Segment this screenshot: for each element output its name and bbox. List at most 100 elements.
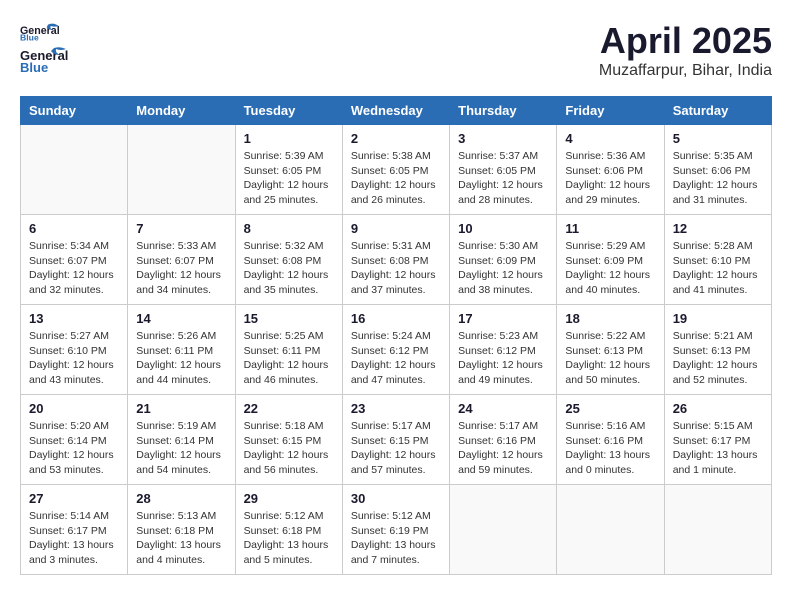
logo-icon: General Blue <box>20 20 60 44</box>
cell-info: Sunrise: 5:15 AM Sunset: 6:17 PM Dayligh… <box>673 419 763 478</box>
calendar-cell: 10Sunrise: 5:30 AM Sunset: 6:09 PM Dayli… <box>450 215 557 305</box>
cell-info: Sunrise: 5:28 AM Sunset: 6:10 PM Dayligh… <box>673 239 763 298</box>
calendar-cell: 14 Sunrise: 5:26 AM Sunset: 6:11 PM Dayli… <box>128 305 235 395</box>
day-number: 1 <box>244 131 334 146</box>
day-number: 18 <box>565 311 655 326</box>
calendar-cell <box>21 125 128 215</box>
calendar-cell: 24 Sunrise: 5:17 AM Sunset: 6:16 PM Dayli… <box>450 395 557 485</box>
day-number: 29 <box>244 491 334 506</box>
calendar-cell <box>664 485 771 575</box>
cell-info: Sunrise: 5:32 AM Sunset: 6:08 PM Dayligh… <box>244 239 334 298</box>
calendar-cell: 25 Sunrise: 5:16 AM Sunset: 6:16 PM Dayli… <box>557 395 664 485</box>
cell-info: Sunrise: 5:17 AM Sunset: 6:15 PM Dayligh… <box>351 419 441 478</box>
day-number: 5 <box>673 131 763 146</box>
cell-info: Sunrise: 5:37 AM Sunset: 6:05 PM Dayligh… <box>458 149 548 208</box>
day-number: 11 <box>565 221 655 236</box>
cell-info: Sunrise: 5:20 AM Sunset: 6:14 PM Dayligh… <box>29 419 119 478</box>
day-number: 20 <box>29 401 119 416</box>
cell-info: Sunrise: 5:21 AM Sunset: 6:13 PM Dayligh… <box>673 329 763 388</box>
calendar-week-1: 1 Sunrise: 5:39 AM Sunset: 6:05 PM Daylig… <box>21 125 772 215</box>
day-number: 12 <box>673 221 763 236</box>
calendar-cell <box>557 485 664 575</box>
day-number: 22 <box>244 401 334 416</box>
cell-info: Sunrise: 5:14 AM Sunset: 6:17 PM Dayligh… <box>29 509 119 568</box>
calendar-week-4: 20 Sunrise: 5:20 AM Sunset: 6:14 PM Dayli… <box>21 395 772 485</box>
cell-info: Sunrise: 5:26 AM Sunset: 6:11 PM Dayligh… <box>136 329 226 388</box>
day-number: 16 <box>351 311 441 326</box>
day-number: 19 <box>673 311 763 326</box>
weekday-header-wednesday: Wednesday <box>342 97 449 125</box>
day-number: 28 <box>136 491 226 506</box>
cell-info: Sunrise: 5:19 AM Sunset: 6:14 PM Dayligh… <box>136 419 226 478</box>
title-block: April 2025 Muzaffarpur, Bihar, India <box>599 20 772 80</box>
day-number: 4 <box>565 131 655 146</box>
day-number: 8 <box>244 221 334 236</box>
cell-info: Sunrise: 5:18 AM Sunset: 6:15 PM Dayligh… <box>244 419 334 478</box>
day-number: 2 <box>351 131 441 146</box>
day-number: 26 <box>673 401 763 416</box>
calendar-cell: 28 Sunrise: 5:13 AM Sunset: 6:18 PM Dayli… <box>128 485 235 575</box>
calendar-cell: 8 Sunrise: 5:32 AM Sunset: 6:08 PM Daylig… <box>235 215 342 305</box>
cell-info: Sunrise: 5:12 AM Sunset: 6:19 PM Dayligh… <box>351 509 441 568</box>
cell-info: Sunrise: 5:16 AM Sunset: 6:16 PM Dayligh… <box>565 419 655 478</box>
calendar-cell: 29 Sunrise: 5:12 AM Sunset: 6:18 PM Dayli… <box>235 485 342 575</box>
calendar-cell: 11Sunrise: 5:29 AM Sunset: 6:09 PM Dayli… <box>557 215 664 305</box>
weekday-header-saturday: Saturday <box>664 97 771 125</box>
day-number: 13 <box>29 311 119 326</box>
cell-info: Sunrise: 5:24 AM Sunset: 6:12 PM Dayligh… <box>351 329 441 388</box>
calendar-cell: 15 Sunrise: 5:25 AM Sunset: 6:11 PM Dayli… <box>235 305 342 395</box>
cell-info: Sunrise: 5:35 AM Sunset: 6:06 PM Dayligh… <box>673 149 763 208</box>
calendar-cell: 12 Sunrise: 5:28 AM Sunset: 6:10 PM Dayli… <box>664 215 771 305</box>
day-number: 15 <box>244 311 334 326</box>
calendar-cell: 1 Sunrise: 5:39 AM Sunset: 6:05 PM Daylig… <box>235 125 342 215</box>
cell-info: Sunrise: 5:13 AM Sunset: 6:18 PM Dayligh… <box>136 509 226 568</box>
weekday-header-friday: Friday <box>557 97 664 125</box>
cell-info: Sunrise: 5:33 AM Sunset: 6:07 PM Dayligh… <box>136 239 226 298</box>
cell-info: Sunrise: 5:23 AM Sunset: 6:12 PM Dayligh… <box>458 329 548 388</box>
day-number: 27 <box>29 491 119 506</box>
day-number: 23 <box>351 401 441 416</box>
cell-info: Sunrise: 5:38 AM Sunset: 6:05 PM Dayligh… <box>351 149 441 208</box>
cell-info: Sunrise: 5:36 AM Sunset: 6:06 PM Dayligh… <box>565 149 655 208</box>
calendar-body: 1 Sunrise: 5:39 AM Sunset: 6:05 PM Daylig… <box>21 125 772 575</box>
cell-info: Sunrise: 5:34 AM Sunset: 6:07 PM Dayligh… <box>29 239 119 298</box>
calendar-week-2: 6 Sunrise: 5:34 AM Sunset: 6:07 PM Daylig… <box>21 215 772 305</box>
calendar-cell <box>128 125 235 215</box>
cell-info: Sunrise: 5:39 AM Sunset: 6:05 PM Dayligh… <box>244 149 334 208</box>
calendar-cell: 26 Sunrise: 5:15 AM Sunset: 6:17 PM Dayli… <box>664 395 771 485</box>
day-number: 3 <box>458 131 548 146</box>
page-header: General Blue General Blue April 2025 Muz… <box>20 20 772 80</box>
calendar-week-3: 13 Sunrise: 5:27 AM Sunset: 6:10 PM Dayli… <box>21 305 772 395</box>
calendar-cell: 7 Sunrise: 5:33 AM Sunset: 6:07 PM Daylig… <box>128 215 235 305</box>
cell-info: Sunrise: 5:17 AM Sunset: 6:16 PM Dayligh… <box>458 419 548 478</box>
day-number: 7 <box>136 221 226 236</box>
calendar-cell: 20 Sunrise: 5:20 AM Sunset: 6:14 PM Dayli… <box>21 395 128 485</box>
calendar-cell: 16 Sunrise: 5:24 AM Sunset: 6:12 PM Dayli… <box>342 305 449 395</box>
day-number: 14 <box>136 311 226 326</box>
calendar-cell: 3 Sunrise: 5:37 AM Sunset: 6:05 PM Daylig… <box>450 125 557 215</box>
calendar-table: SundayMondayTuesdayWednesdayThursdayFrid… <box>20 96 772 575</box>
calendar-cell <box>450 485 557 575</box>
day-number: 21 <box>136 401 226 416</box>
day-number: 30 <box>351 491 441 506</box>
calendar-cell: 30 Sunrise: 5:12 AM Sunset: 6:19 PM Dayli… <box>342 485 449 575</box>
location: Muzaffarpur, Bihar, India <box>599 62 772 80</box>
day-number: 24 <box>458 401 548 416</box>
calendar-cell: 9Sunrise: 5:31 AM Sunset: 6:08 PM Daylig… <box>342 215 449 305</box>
calendar-cell: 23 Sunrise: 5:17 AM Sunset: 6:15 PM Dayli… <box>342 395 449 485</box>
calendar-cell: 18Sunrise: 5:22 AM Sunset: 6:13 PM Dayli… <box>557 305 664 395</box>
month-title: April 2025 <box>599 20 772 62</box>
day-number: 6 <box>29 221 119 236</box>
day-number: 10 <box>458 221 548 236</box>
calendar-cell: 19 Sunrise: 5:21 AM Sunset: 6:13 PM Dayli… <box>664 305 771 395</box>
weekday-header-monday: Monday <box>128 97 235 125</box>
calendar-cell: 6 Sunrise: 5:34 AM Sunset: 6:07 PM Daylig… <box>21 215 128 305</box>
cell-info: Sunrise: 5:12 AM Sunset: 6:18 PM Dayligh… <box>244 509 334 568</box>
weekday-header-thursday: Thursday <box>450 97 557 125</box>
cell-info: Sunrise: 5:25 AM Sunset: 6:11 PM Dayligh… <box>244 329 334 388</box>
day-number: 17 <box>458 311 548 326</box>
day-number: 25 <box>565 401 655 416</box>
cell-info: Sunrise: 5:27 AM Sunset: 6:10 PM Dayligh… <box>29 329 119 388</box>
calendar-week-5: 27 Sunrise: 5:14 AM Sunset: 6:17 PM Dayli… <box>21 485 772 575</box>
calendar-cell: 5 Sunrise: 5:35 AM Sunset: 6:06 PM Daylig… <box>664 125 771 215</box>
